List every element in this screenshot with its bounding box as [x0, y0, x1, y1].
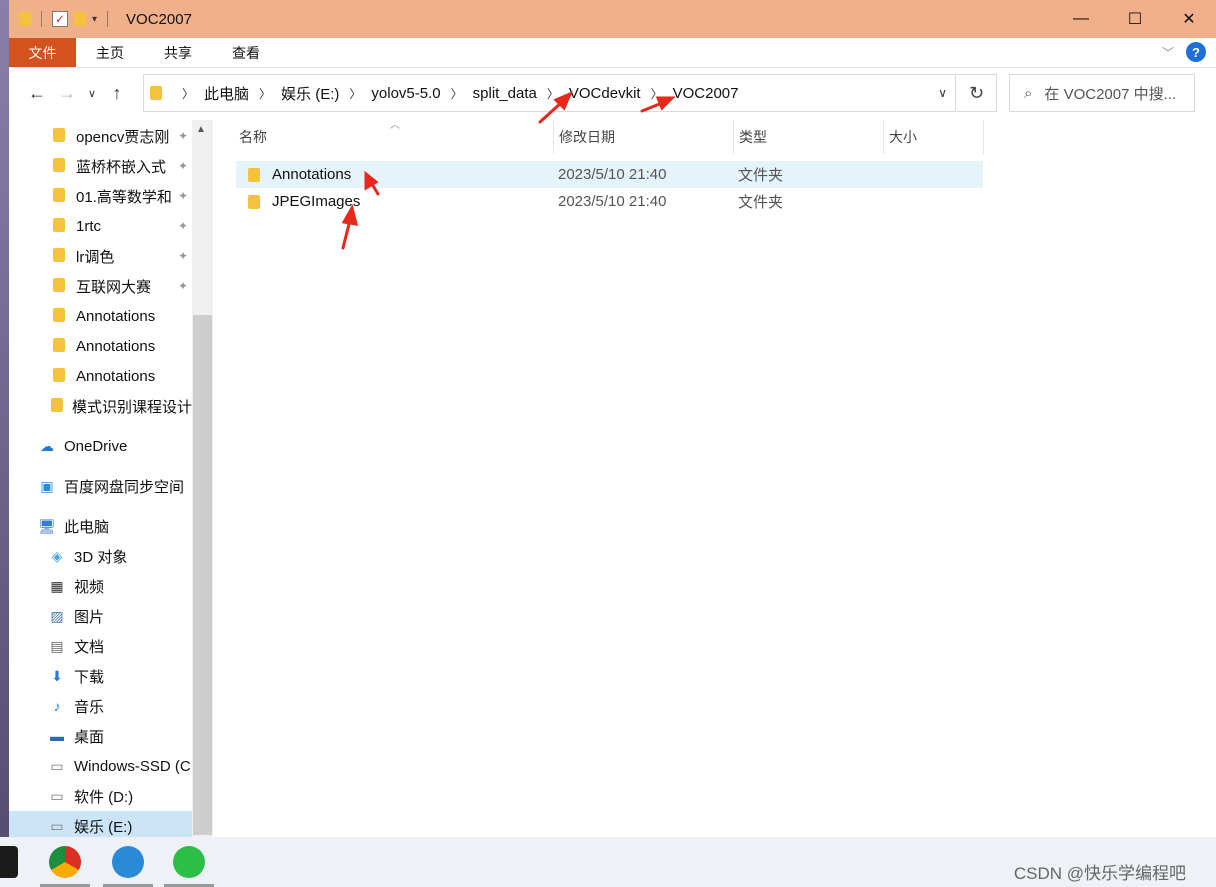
chrome-icon[interactable] [49, 846, 81, 878]
internet-explorer-icon[interactable] [112, 846, 144, 878]
pycharm-icon[interactable] [0, 846, 18, 878]
taskbar: CSDN @快乐学编程吧 [0, 837, 1216, 887]
annotation-arrow-vocdevkit [538, 100, 564, 124]
annotation-arrowhead [341, 204, 359, 226]
watermark: CSDN @快乐学编程吧 [1013, 864, 1186, 883]
wechat-icon[interactable] [173, 846, 205, 878]
annotation-arrows [341, 91, 676, 250]
annotation-arrowhead [655, 96, 676, 111]
